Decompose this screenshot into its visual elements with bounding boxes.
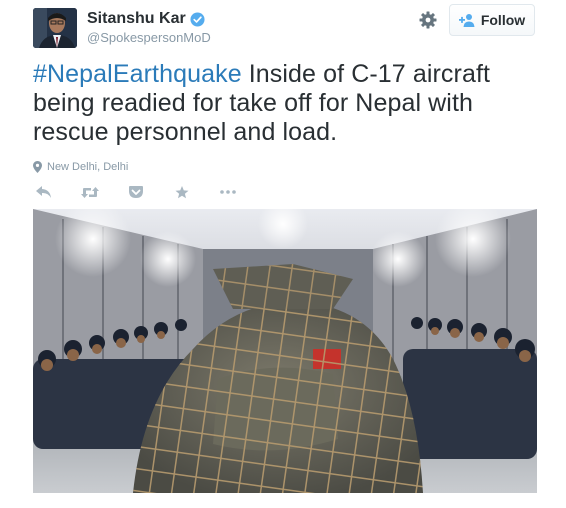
location-pin-icon bbox=[33, 161, 42, 173]
follow-button[interactable]: Follow bbox=[449, 4, 535, 36]
tweet-actions bbox=[35, 182, 265, 202]
author-handle[interactable]: @SpokespersonMoD bbox=[87, 30, 211, 45]
pocket-icon[interactable] bbox=[127, 184, 145, 200]
more-icon[interactable] bbox=[219, 184, 237, 200]
hashtag-link[interactable]: #NepalEarthquake bbox=[33, 60, 242, 88]
verified-badge-icon bbox=[190, 12, 205, 27]
location-label: New Delhi, Delhi bbox=[47, 161, 129, 173]
tweet-photo[interactable] bbox=[33, 209, 537, 493]
add-user-icon bbox=[458, 14, 475, 27]
favorite-icon[interactable] bbox=[173, 184, 191, 200]
tweet-location[interactable]: New Delhi, Delhi bbox=[33, 161, 128, 173]
reply-icon[interactable] bbox=[35, 184, 53, 200]
tweet-text: #NepalEarthquake Inside of C-17 aircraft… bbox=[33, 60, 533, 147]
gear-icon[interactable] bbox=[418, 10, 438, 30]
author-display-name[interactable]: Sitanshu Kar bbox=[87, 10, 186, 28]
retweet-icon[interactable] bbox=[81, 184, 99, 200]
follow-label: Follow bbox=[480, 12, 526, 28]
avatar[interactable] bbox=[33, 8, 77, 48]
